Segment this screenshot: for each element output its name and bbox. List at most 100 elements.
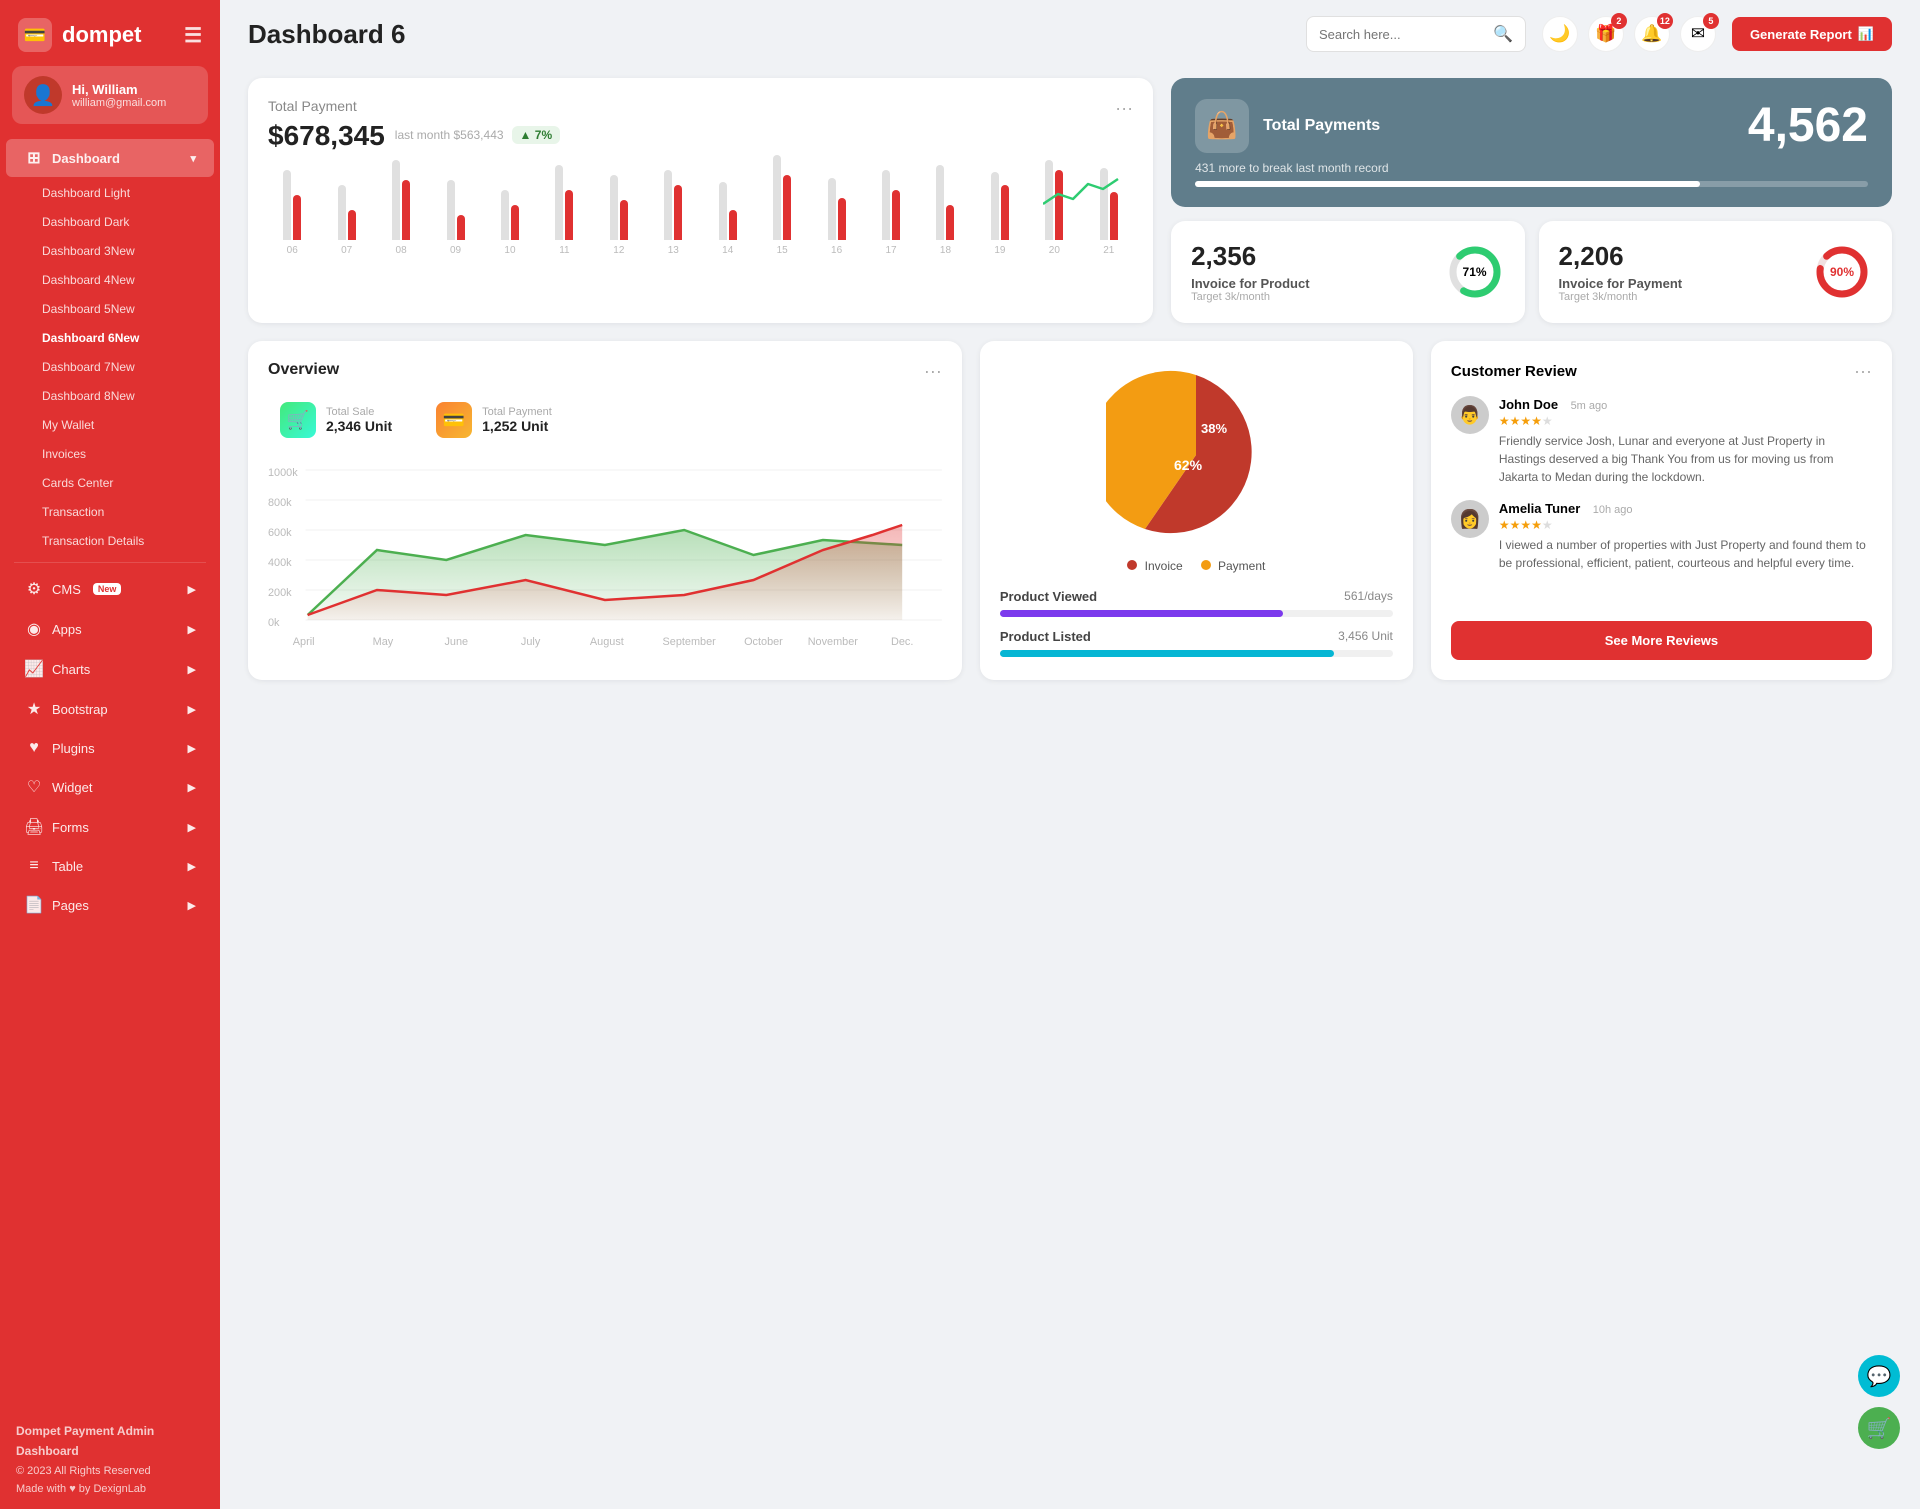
bar-group: 18 bbox=[921, 150, 969, 256]
user-info: Hi, William william@gmail.com bbox=[72, 82, 166, 109]
product-listed-bar bbox=[1000, 650, 1334, 657]
row-2: Overview ··· 🛒 Total Sale 2,346 Unit 💳 bbox=[248, 341, 1892, 680]
overview-more-dots[interactable]: ··· bbox=[924, 361, 942, 382]
sidebar-item-dashboard[interactable]: ⊞ Dashboard ▾ bbox=[6, 139, 214, 177]
cart-float-btn[interactable]: 🛒 bbox=[1858, 1407, 1900, 1449]
sidebar-item-apps[interactable]: ◉ Apps ▶ bbox=[6, 610, 214, 648]
sidebar-item-bootstrap[interactable]: ★ Bootstrap ▶ bbox=[6, 690, 214, 728]
sidebar-item-my-wallet[interactable]: My Wallet bbox=[6, 411, 214, 439]
sidebar-logo: 💳 dompet ☰ bbox=[0, 0, 220, 66]
svg-text:September: September bbox=[662, 636, 716, 648]
sidebar-item-dashboard-dark[interactable]: Dashboard Dark bbox=[6, 208, 214, 236]
invoice-payment-card: 2,206 Invoice for Payment Target 3k/mont… bbox=[1539, 221, 1892, 323]
review-title: Customer Review bbox=[1451, 363, 1577, 380]
widget-arrow: ▶ bbox=[188, 781, 196, 794]
total-sale-icon: 🛒 bbox=[280, 402, 316, 438]
pages-arrow: ▶ bbox=[188, 899, 196, 912]
reviewer-2-stars: ★★★★★ bbox=[1499, 518, 1872, 532]
bar-group: 08 bbox=[377, 150, 425, 256]
svg-text:November: November bbox=[808, 636, 859, 648]
total-payment-icon: 💳 bbox=[436, 402, 472, 438]
logo-text: dompet bbox=[62, 22, 141, 48]
reviewer-2-avatar: 👩 bbox=[1451, 500, 1489, 538]
blue-card-label: Total Payments bbox=[1263, 117, 1380, 135]
floating-buttons: 💬 🛒 bbox=[1858, 1355, 1900, 1449]
sidebar-item-dashboard-6[interactable]: Dashboard 6 New bbox=[6, 324, 214, 352]
see-more-reviews-button[interactable]: See More Reviews bbox=[1451, 621, 1872, 660]
search-input[interactable] bbox=[1319, 27, 1485, 42]
bar-label: 21 bbox=[1103, 245, 1114, 256]
svg-text:200k: 200k bbox=[268, 587, 292, 599]
bar-label: 11 bbox=[559, 245, 569, 256]
sidebar: 💳 dompet ☰ 👤 Hi, William william@gmail.c… bbox=[0, 0, 220, 1509]
svg-text:1000k: 1000k bbox=[268, 467, 298, 479]
red-bar bbox=[674, 185, 682, 240]
payment-legend: Payment bbox=[1201, 559, 1266, 573]
sidebar-item-dashboard-3[interactable]: Dashboard 3 New bbox=[6, 237, 214, 265]
invoice-legend: Invoice bbox=[1127, 559, 1182, 573]
cms-arrow: ▶ bbox=[188, 583, 196, 596]
total-payments-blue-card: 👜 Total Payments 4,562 431 more to break… bbox=[1171, 78, 1892, 207]
gray-bar bbox=[664, 170, 672, 240]
svg-text:38%: 38% bbox=[1201, 421, 1227, 436]
sidebar-item-charts[interactable]: 📈 Charts ▶ bbox=[6, 650, 214, 688]
reviewer-1-stars: ★★★★★ bbox=[1499, 414, 1872, 428]
invoice-payment-donut: 90% bbox=[1812, 242, 1872, 302]
sidebar-item-dashboard-7[interactable]: Dashboard 7 New bbox=[6, 353, 214, 381]
blue-card-number: 4,562 bbox=[1748, 98, 1868, 153]
svg-text:62%: 62% bbox=[1174, 457, 1203, 473]
sidebar-item-table[interactable]: ≡ Table ▶ bbox=[6, 848, 214, 884]
table-icon: ≡ bbox=[24, 857, 44, 875]
hamburger-icon[interactable]: ☰ bbox=[184, 23, 202, 48]
sidebar-item-widget[interactable]: ♡ Widget ▶ bbox=[6, 768, 214, 806]
gray-bar bbox=[991, 172, 999, 240]
moon-btn[interactable]: 🌙 bbox=[1542, 16, 1578, 52]
bar-label: 20 bbox=[1049, 245, 1060, 256]
bell-badge: 12 bbox=[1657, 13, 1673, 29]
overview-card: Overview ··· 🛒 Total Sale 2,346 Unit 💳 bbox=[248, 341, 962, 680]
sidebar-item-dashboard-light[interactable]: Dashboard Light bbox=[6, 179, 214, 207]
gift-btn[interactable]: 🎁 2 bbox=[1588, 16, 1624, 52]
sidebar-item-invoices[interactable]: Invoices bbox=[6, 440, 214, 468]
sidebar-item-transaction[interactable]: Transaction bbox=[6, 498, 214, 526]
svg-text:800k: 800k bbox=[268, 497, 292, 509]
footer-brand: Dompet Payment Admin Dashboard bbox=[16, 1421, 204, 1462]
progress-fill bbox=[1195, 181, 1700, 187]
dashboard-submenu: Dashboard Light Dashboard Dark Dashboard… bbox=[0, 178, 220, 556]
invoice-payment-pct: 90% bbox=[1830, 265, 1854, 279]
user-profile[interactable]: 👤 Hi, William william@gmail.com bbox=[12, 66, 208, 124]
reviewer-1-text: Friendly service Josh, Lunar and everyon… bbox=[1499, 432, 1872, 486]
red-bar bbox=[946, 205, 954, 240]
sidebar-item-dashboard-4[interactable]: Dashboard 4 New bbox=[6, 266, 214, 294]
product-viewed-value: 561/days bbox=[1344, 589, 1393, 603]
message-btn[interactable]: ✉ 5 bbox=[1680, 16, 1716, 52]
bar-group: 06 bbox=[268, 150, 316, 256]
red-bar bbox=[838, 198, 846, 240]
product-listed-value: 3,456 Unit bbox=[1338, 629, 1393, 643]
reviewer-2-name: Amelia Tuner bbox=[1499, 501, 1580, 516]
bar-group: 10 bbox=[486, 150, 534, 256]
more-dots-btn[interactable]: ··· bbox=[1115, 98, 1133, 119]
total-payment-stat-value: 1,252 Unit bbox=[482, 418, 552, 434]
forms-arrow: ▶ bbox=[188, 821, 196, 834]
generate-label: Generate Report bbox=[1750, 27, 1852, 42]
sidebar-item-cards-center[interactable]: Cards Center bbox=[6, 469, 214, 497]
invoice-payment-label: Invoice for Payment bbox=[1559, 276, 1683, 291]
review-item-2: 👩 Amelia Tuner 10h ago ★★★★★ I viewed a … bbox=[1451, 500, 1872, 572]
reviewer-1-name: John Doe bbox=[1499, 397, 1558, 412]
message-badge: 5 bbox=[1703, 13, 1719, 29]
sidebar-item-dashboard-8[interactable]: Dashboard 8 New bbox=[6, 382, 214, 410]
generate-report-button[interactable]: Generate Report 📊 bbox=[1732, 17, 1892, 51]
bell-btn[interactable]: 🔔 12 bbox=[1634, 16, 1670, 52]
page-title: Dashboard 6 bbox=[248, 19, 1290, 50]
bar-label: 06 bbox=[287, 245, 298, 256]
sidebar-item-transaction-details[interactable]: Transaction Details bbox=[6, 527, 214, 555]
sidebar-item-forms[interactable]: 🖨 Forms ▶ bbox=[6, 808, 214, 846]
review-more-dots[interactable]: ··· bbox=[1854, 361, 1872, 382]
sidebar-item-pages[interactable]: 📄 Pages ▶ bbox=[6, 886, 214, 924]
sidebar-item-dashboard-5[interactable]: Dashboard 5 New bbox=[6, 295, 214, 323]
sidebar-item-cms[interactable]: ⚙ CMS New ▶ bbox=[6, 570, 214, 608]
support-float-btn[interactable]: 💬 bbox=[1858, 1355, 1900, 1397]
sidebar-item-plugins[interactable]: ♥ Plugins ▶ bbox=[6, 730, 214, 766]
overview-stats: 🛒 Total Sale 2,346 Unit 💳 Total Payment … bbox=[268, 394, 942, 446]
